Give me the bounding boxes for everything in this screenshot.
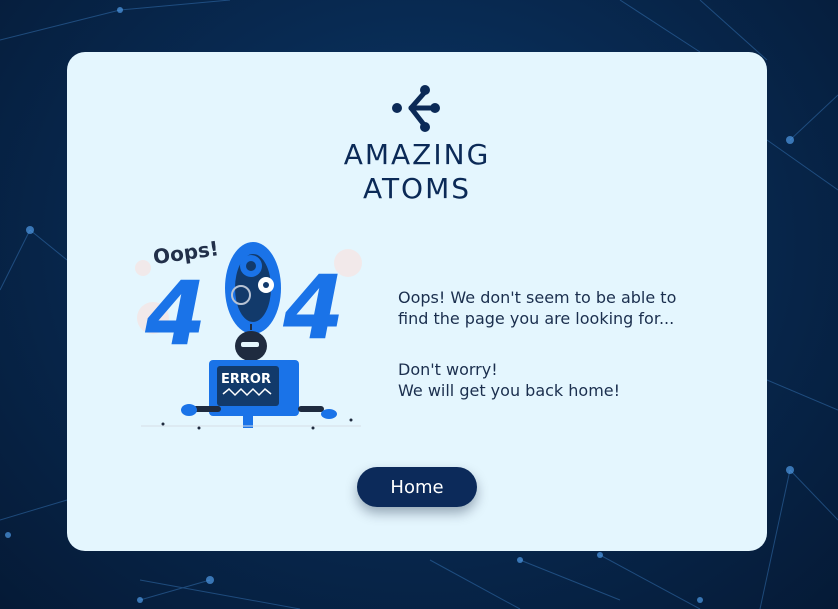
message-paragraph-1: Oops! We don't seem to be able to find t… bbox=[398, 287, 698, 329]
gear-zero-icon bbox=[225, 242, 281, 334]
message-line-3: Don't worry! bbox=[398, 360, 498, 379]
digit-four-right: 4 bbox=[282, 256, 344, 359]
message-line-2: find the page you are looking for... bbox=[398, 309, 675, 328]
home-button[interactable]: Home bbox=[357, 467, 477, 507]
brand-name-line1: AMAZING bbox=[343, 138, 491, 171]
error-card: AMAZING ATOMS Oops! 4 4 ERROR Oops! We d… bbox=[67, 52, 767, 551]
brand-logo: AMAZING ATOMS bbox=[67, 80, 767, 204]
brand-name-line2: ATOMS bbox=[362, 172, 472, 205]
error-404-illustration: Oops! 4 4 ERROR bbox=[135, 238, 362, 430]
message-line-4: We will get you back home! bbox=[398, 381, 621, 400]
error-screen-label: ERROR bbox=[221, 372, 271, 387]
error-message: Oops! We don't seem to be able to find t… bbox=[398, 287, 698, 401]
message-line-1: Oops! We don't seem to be able to bbox=[398, 288, 677, 307]
digit-four-left: 4 bbox=[144, 262, 206, 365]
error-monitor-icon: ERROR bbox=[209, 360, 299, 428]
message-paragraph-2: Don't worry! We will get you back home! bbox=[398, 359, 698, 401]
atom-logo-icon bbox=[392, 85, 440, 132]
